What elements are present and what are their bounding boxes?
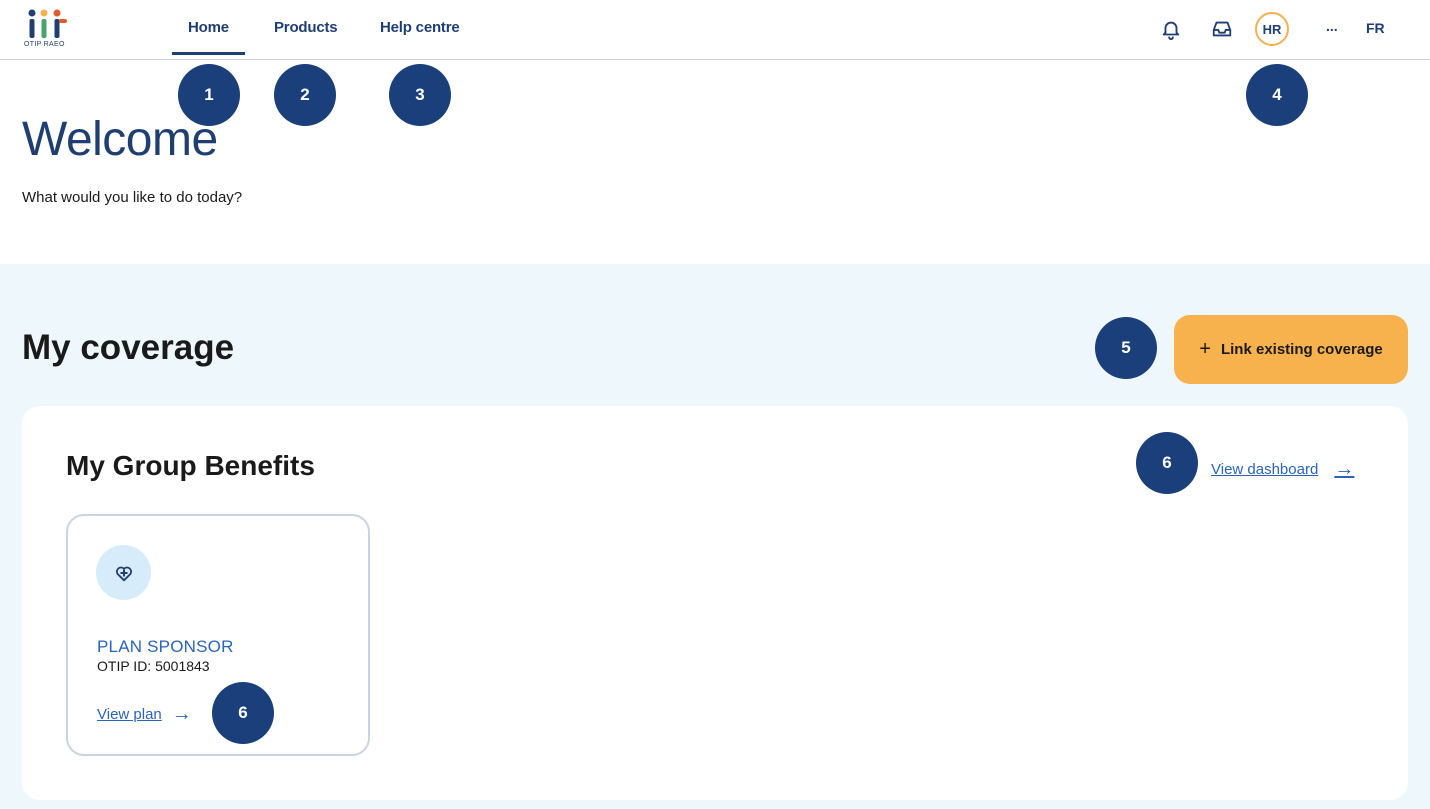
top-navigation-bar: OTIP RAEO Home Products Help centre HR .…: [0, 0, 1430, 60]
callout-marker-6-dashboard: 6: [1136, 432, 1198, 494]
active-nav-underline: [172, 52, 245, 55]
view-dashboard-label: View dashboard: [1211, 461, 1319, 478]
nav-products[interactable]: Products: [274, 19, 338, 36]
logo-text: OTIP RAEO: [24, 41, 65, 48]
callout-marker-2: 2: [274, 64, 336, 126]
otip-id: OTIP ID: 5001843: [97, 658, 210, 674]
coverage-title: My coverage: [22, 328, 235, 367]
arrow-right-icon: →: [1334, 458, 1355, 480]
otip-logo[interactable]: OTIP RAEO: [24, 8, 78, 52]
arrow-right-icon: →: [171, 703, 192, 725]
welcome-subtitle: What would you like to do today?: [22, 189, 243, 206]
view-plan-label: View plan: [97, 706, 162, 723]
nav-help-centre[interactable]: Help centre: [380, 19, 460, 36]
medical-heart-icon: [96, 545, 151, 600]
view-plan-link[interactable]: View plan →: [97, 703, 192, 726]
user-avatar[interactable]: HR: [1255, 12, 1289, 46]
callout-marker-6-plan: 6: [212, 682, 274, 744]
page-title: Welcome: [22, 113, 218, 166]
group-benefits-title: My Group Benefits: [66, 450, 315, 481]
plus-icon: +: [1199, 338, 1211, 360]
callout-marker-3: 3: [389, 64, 451, 126]
callout-marker-5: 5: [1095, 317, 1157, 379]
view-dashboard-link[interactable]: View dashboard →: [1211, 458, 1354, 481]
logo-figures-icon: [28, 9, 67, 38]
nav-home[interactable]: Home: [188, 19, 229, 36]
more-menu[interactable]: ...: [1326, 18, 1338, 34]
link-existing-coverage-button[interactable]: + Link existing coverage: [1174, 315, 1408, 384]
bell-icon[interactable]: [1158, 16, 1184, 42]
plan-role: PLAN SPONSOR: [97, 637, 234, 656]
inbox-icon[interactable]: [1209, 16, 1235, 42]
callout-marker-4: 4: [1246, 64, 1308, 126]
link-button-label: Link existing coverage: [1220, 341, 1383, 358]
language-toggle[interactable]: FR: [1366, 20, 1385, 36]
